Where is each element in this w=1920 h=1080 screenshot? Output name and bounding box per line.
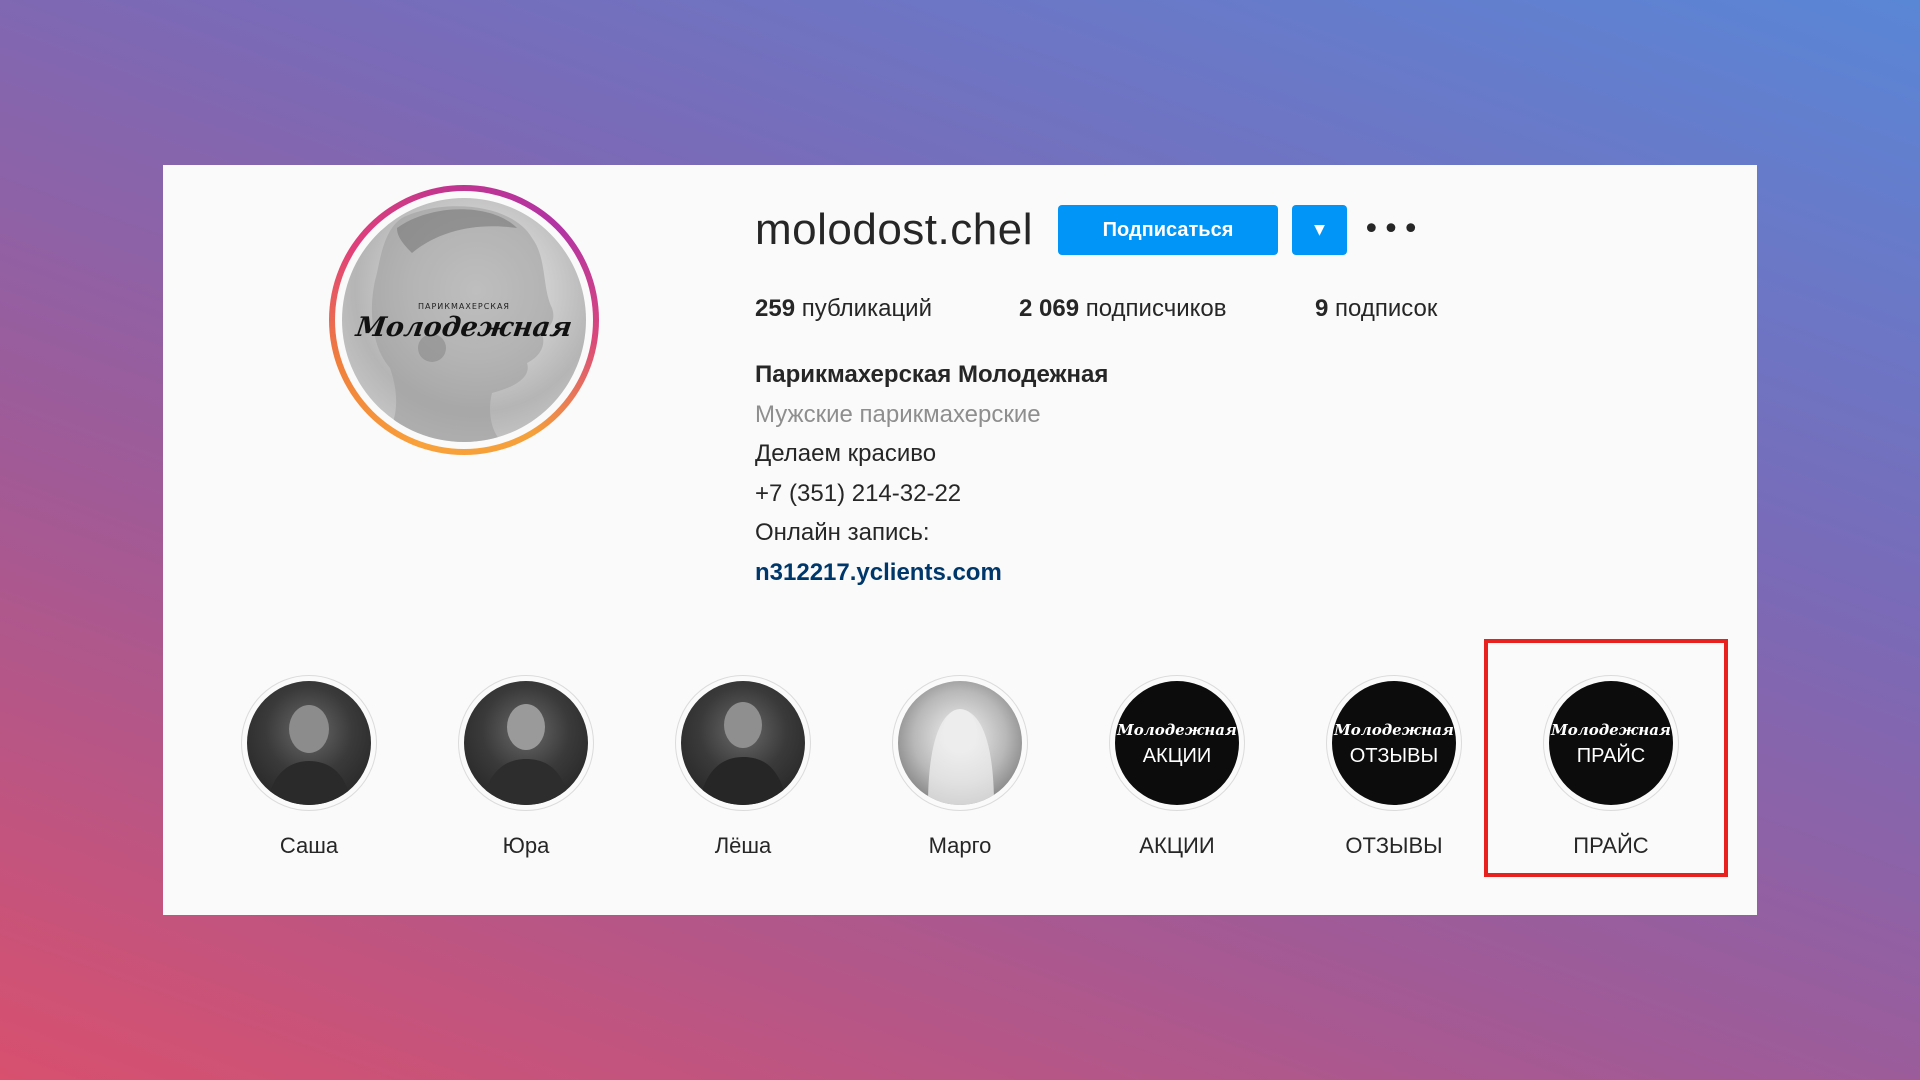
highlight-label: Юра xyxy=(502,833,550,858)
followers-stat[interactable]: 2 069 подписчиков xyxy=(1019,295,1226,323)
highlight-label: Марго xyxy=(928,833,992,858)
bio-tagline: Делаем красиво xyxy=(755,440,937,467)
highlight-akcii[interactable]: Молодежная АКЦИИ АКЦИИ xyxy=(1107,675,1247,859)
highlight-word: ОТЗЫВЫ xyxy=(1349,745,1439,767)
highlight-photo-icon xyxy=(681,681,805,805)
highlight-photo-icon xyxy=(247,681,371,805)
followers-count: 2 069 xyxy=(1019,295,1080,322)
suggestions-dropdown-button[interactable]: ▼ xyxy=(1292,205,1347,255)
bio-phone: +7 (351) 214-32-22 xyxy=(755,479,962,507)
posts-stat: 259 публикаций xyxy=(755,295,932,323)
bio-name: Парикмахерская Молодежная xyxy=(755,361,1109,388)
profile-bio: Парикмахерская Молодежная Мужские парикм… xyxy=(755,361,1108,598)
more-options-button[interactable]: ••• xyxy=(1362,215,1419,245)
following-stat[interactable]: 9 подписок xyxy=(1315,295,1437,323)
highlight-sasha[interactable]: Саша xyxy=(239,675,379,859)
highlight-photo-icon xyxy=(464,681,588,805)
avatar-brand-small: ПАРИКМАХЕРСКАЯ xyxy=(417,302,510,311)
posts-count: 259 xyxy=(755,295,796,322)
highlight-cover: Молодежная ОТЗЫВЫ xyxy=(1332,681,1456,805)
ellipsis-icon: ••• xyxy=(1362,212,1422,247)
highlight-otzyvy[interactable]: Молодежная ОТЗЫВЫ ОТЗЫВЫ xyxy=(1324,675,1464,859)
bio-link[interactable]: n312217.yclients.com xyxy=(755,559,1108,599)
profile-avatar[interactable]: ПАРИКМАХЕРСКАЯ Молодежная xyxy=(329,185,599,455)
highlight-margo[interactable]: Марго xyxy=(890,675,1030,859)
highlight-label: АКЦИИ xyxy=(1139,833,1215,858)
profile-card: ПАРИКМАХЕРСКАЯ Молодежная molodost.chel … xyxy=(163,165,1757,915)
followers-label: подписчиков xyxy=(1085,295,1227,322)
annotation-highlight-box xyxy=(1484,639,1728,877)
highlight-script: Молодежная xyxy=(1117,721,1237,739)
profile-username: molodost.chel xyxy=(755,205,1033,254)
highlight-lesha[interactable]: Лёша xyxy=(673,675,813,859)
bio-category: Мужские парикмахерские xyxy=(755,400,1041,428)
highlight-label: Лёша xyxy=(714,833,772,858)
posts-label: публикаций xyxy=(801,295,932,322)
highlight-photo-icon xyxy=(898,681,1022,805)
highlight-yura[interactable]: Юра xyxy=(456,675,596,859)
highlight-script: Молодежная xyxy=(1334,721,1454,739)
highlight-word: АКЦИИ xyxy=(1142,745,1212,767)
avatar-brand-script: Молодежная xyxy=(354,312,574,343)
following-count: 9 xyxy=(1315,295,1329,322)
bio-booking: Онлайн запись: xyxy=(755,519,930,546)
follow-button[interactable]: Подписаться xyxy=(1058,205,1278,255)
triangle-down-icon: ▼ xyxy=(1314,222,1325,238)
highlight-label: ОТЗЫВЫ xyxy=(1345,833,1443,858)
highlight-label: Саша xyxy=(279,833,339,858)
highlight-cover: Молодежная АКЦИИ xyxy=(1115,681,1239,805)
following-label: подписок xyxy=(1335,295,1438,322)
avatar-photo: ПАРИКМАХЕРСКАЯ Молодежная xyxy=(342,198,586,442)
